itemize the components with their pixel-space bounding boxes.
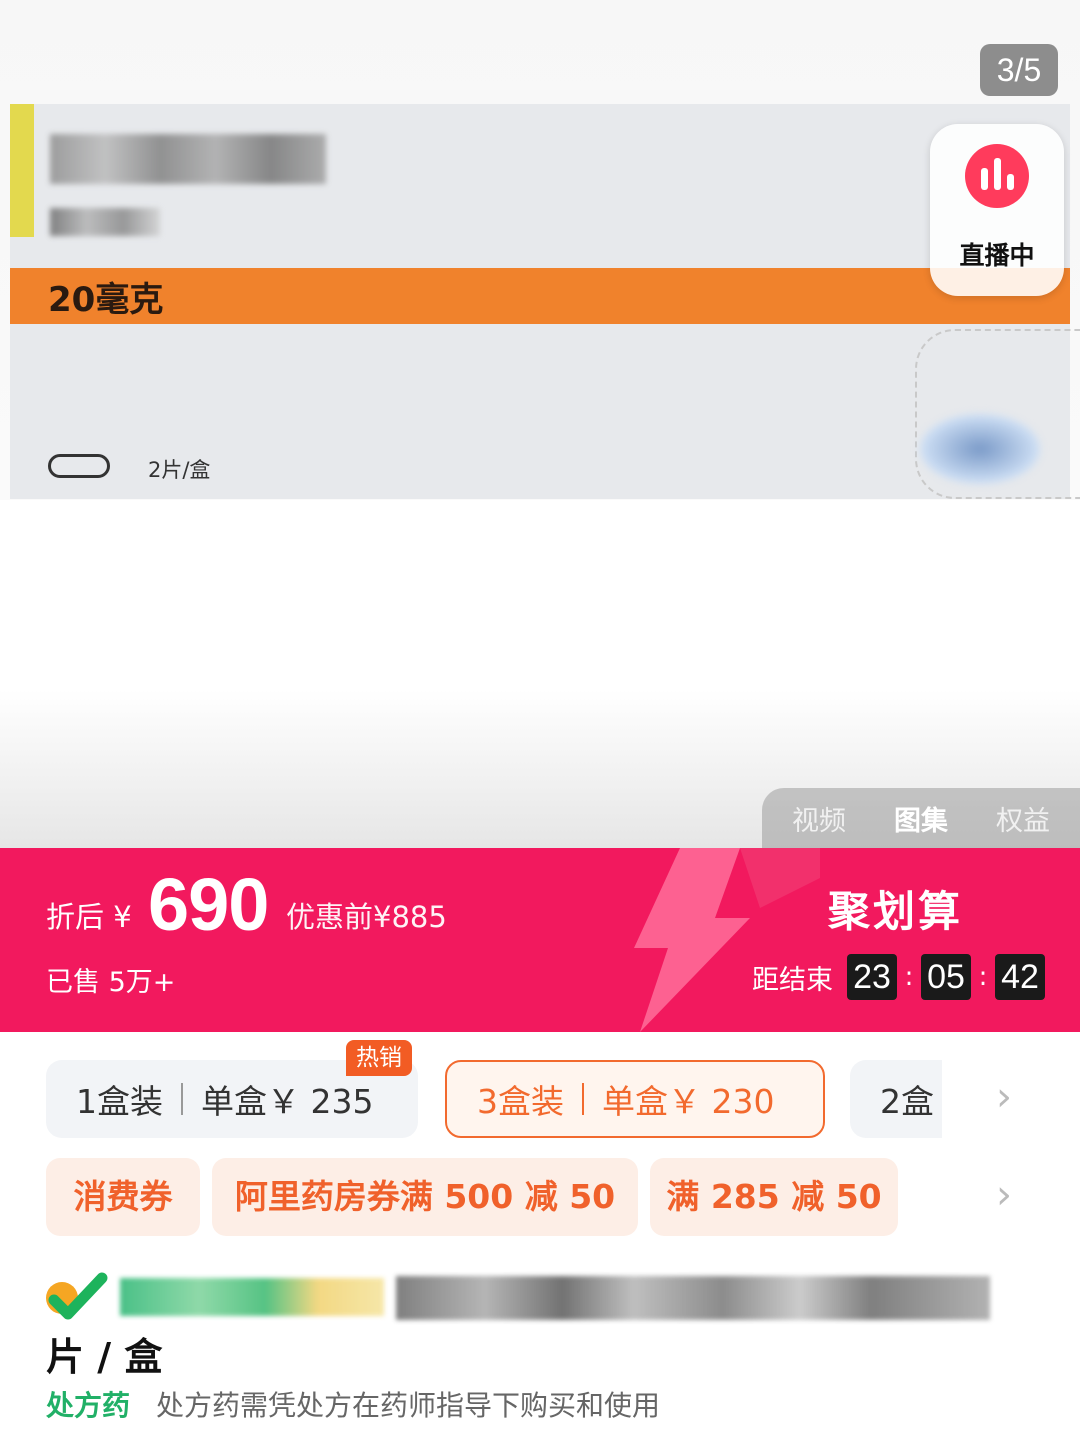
- product-gallery[interactable]: 20毫克 2片/盒 3/5 直播中 视频 图集 权益: [0, 0, 1080, 848]
- blurred-store-name: [120, 1278, 384, 1316]
- packaging-band: [10, 268, 1070, 324]
- product-title-tail: 片 / 盒: [46, 1335, 163, 1379]
- discount-price: 690: [148, 863, 269, 946]
- promo-banner: 折后 ¥ 690 优惠前¥885 已售 5万+ 聚划算 距结束 23 : 05 …: [0, 848, 1080, 1032]
- coupon-threshold[interactable]: 满 285 减 50: [650, 1158, 898, 1236]
- package-unit-price: 单盒￥ 235: [201, 1082, 374, 1121]
- chevron-right-icon[interactable]: ›: [996, 1074, 1012, 1120]
- packaging-stripe: [10, 104, 34, 237]
- countdown-timer: 距结束 23 : 05 : 42: [752, 954, 1045, 1000]
- package-unit-price: 单盒￥ 230: [602, 1082, 775, 1121]
- original-price: 优惠前¥885: [286, 900, 447, 934]
- live-bars-icon: [965, 144, 1029, 208]
- package-option-2[interactable]: 2盒: [850, 1060, 942, 1138]
- package-qty: 1盒装: [76, 1082, 163, 1121]
- coupon-consumer[interactable]: 消费券: [46, 1158, 200, 1236]
- tab-gallery[interactable]: 图集: [894, 799, 948, 838]
- pack-count-label: 2片/盒: [148, 458, 211, 482]
- countdown-separator: :: [978, 962, 988, 992]
- prescription-tag: 处方药: [46, 1389, 131, 1422]
- package-qty: 2盒: [880, 1082, 934, 1121]
- media-tabs: 视频 图集 权益: [762, 788, 1080, 848]
- hot-sale-badge: 热销: [346, 1040, 412, 1076]
- sold-count: 已售 5万+: [46, 967, 176, 998]
- product-image[interactable]: 20毫克 2片/盒: [10, 104, 1080, 499]
- blurred-product-title: [396, 1276, 990, 1320]
- blurred-manufacturer: [50, 208, 160, 236]
- after-discount-label: 折后 ¥: [46, 900, 132, 934]
- live-stream-button[interactable]: 直播中: [930, 124, 1064, 296]
- package-option-3[interactable]: 3盒装 单盒￥ 230: [445, 1060, 825, 1138]
- package-qty: 3盒装: [477, 1082, 564, 1121]
- tab-benefits[interactable]: 权益: [996, 799, 1050, 838]
- chevron-right-icon[interactable]: ›: [996, 1172, 1012, 1218]
- countdown-label: 距结束: [752, 964, 833, 996]
- pharmacy-check-icon: [46, 1272, 108, 1320]
- campaign-logo: 聚划算: [828, 887, 964, 936]
- dose-label: 20毫克: [48, 280, 164, 320]
- blurred-product-name: [50, 134, 326, 184]
- countdown-hours: 23: [847, 954, 897, 1000]
- blurred-brand-logo: [920, 414, 1040, 484]
- gallery-background: [0, 500, 1080, 690]
- lightning-icon: [634, 848, 820, 1032]
- divider: [181, 1083, 183, 1115]
- prescription-note: 处方药需凭处方在药师指导下购买和使用: [156, 1389, 661, 1422]
- countdown-minutes: 05: [921, 954, 971, 1000]
- countdown-separator: :: [904, 962, 914, 992]
- tab-video[interactable]: 视频: [792, 799, 846, 838]
- coupon-ali-pharmacy[interactable]: 阿里药房券满 500 减 50: [212, 1158, 638, 1236]
- tablet-shape-icon: [48, 454, 110, 478]
- image-counter: 3/5: [980, 44, 1058, 96]
- countdown-seconds: 42: [995, 954, 1045, 1000]
- divider: [582, 1083, 584, 1115]
- live-label: 直播中: [959, 241, 1035, 270]
